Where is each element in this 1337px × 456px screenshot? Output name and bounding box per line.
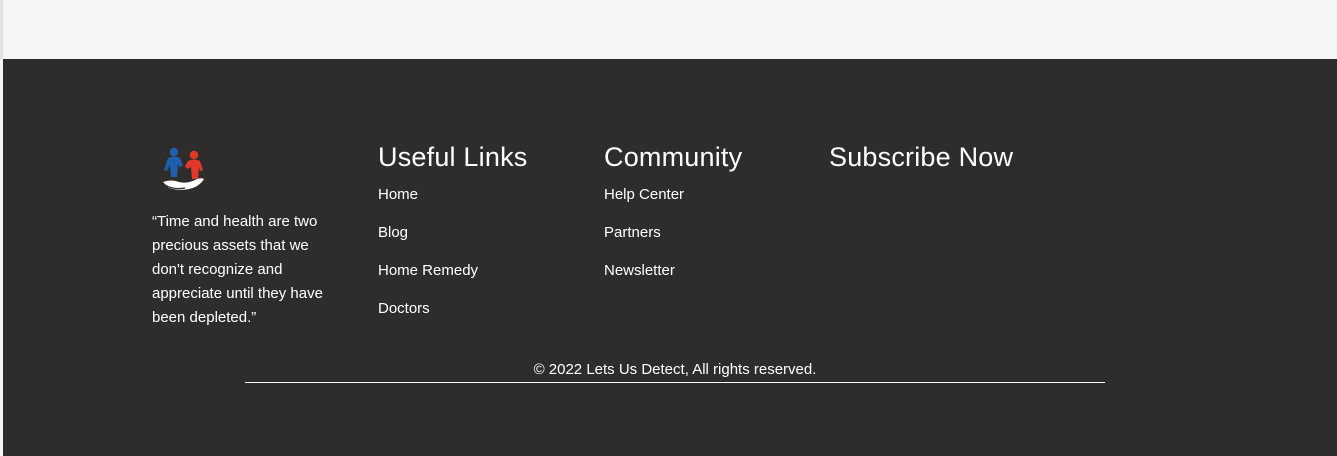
community-heading: Community (604, 142, 743, 172)
footer-link-blog[interactable]: Blog (378, 223, 527, 242)
people-helping-hand-icon[interactable] (161, 146, 207, 194)
footer-divider (245, 382, 1105, 383)
footer-link-doctors[interactable]: Doctors (378, 299, 527, 318)
site-footer: “Time and health are two precious assets… (3, 59, 1337, 456)
footer-link-home-remedy[interactable]: Home Remedy (378, 261, 527, 280)
subscribe-heading: Subscribe Now (829, 142, 1014, 172)
useful-links-heading: Useful Links (378, 142, 528, 172)
footer-link-newsletter[interactable]: Newsletter (604, 261, 742, 280)
page-content-area (0, 0, 1337, 59)
footer-link-partners[interactable]: Partners (604, 223, 742, 242)
subscribe-column: Subscribe Now (829, 139, 1013, 185)
useful-links-column: Useful Links Home Blog Home Remedy Docto… (378, 139, 527, 337)
footer-link-home[interactable]: Home (378, 185, 527, 204)
copyright-text: © 2022 Lets Us Detect, All rights reserv… (533, 361, 817, 378)
community-column: Community Help Center Partners Newslette… (604, 139, 742, 299)
footer-link-help-center[interactable]: Help Center (604, 185, 742, 204)
community-links-list: Help Center Partners Newsletter (604, 185, 742, 280)
footer-quote: “Time and health are two precious assets… (152, 213, 323, 326)
useful-links-list: Home Blog Home Remedy Doctors (378, 185, 527, 318)
